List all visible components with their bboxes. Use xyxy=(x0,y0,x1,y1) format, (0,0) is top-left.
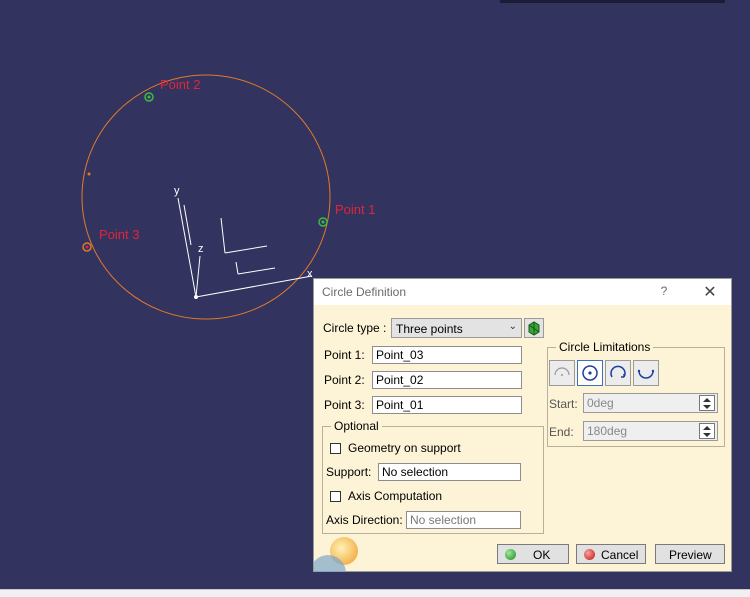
point-2-field[interactable]: Point_02 xyxy=(372,371,522,389)
point-2-dot xyxy=(147,95,151,99)
complementary-circle-icon xyxy=(637,369,655,379)
circle-handle-dot[interactable] xyxy=(87,172,91,176)
axis-y-label: y xyxy=(174,185,180,197)
dialog-titlebar[interactable]: Circle Definition ? ✕ xyxy=(314,279,731,305)
ok-button[interactable]: OK xyxy=(497,544,569,564)
axis-computation-checkbox[interactable] xyxy=(330,491,341,502)
end-spin-arrows-icon[interactable] xyxy=(699,423,715,439)
ok-green-dot-icon xyxy=(505,549,516,560)
axis-origin xyxy=(194,295,198,299)
help-button[interactable]: ? xyxy=(658,284,670,298)
circle-limitations-title: Circle Limitations xyxy=(556,340,654,354)
support-field[interactable]: No selection xyxy=(378,463,521,481)
whole-circle-icon xyxy=(582,365,598,381)
circle-type-value: Three points xyxy=(396,322,463,336)
point-1-field[interactable]: Point_03 xyxy=(372,346,522,364)
end-spinner[interactable]: 180deg xyxy=(583,421,718,441)
point-2-field-label: Point 2: xyxy=(324,373,365,387)
circle-geometry[interactable] xyxy=(81,74,331,320)
geometry-on-support-label: Geometry on support xyxy=(348,441,461,455)
circle-definition-dialog: Circle Definition ? ✕ Circle type : Thre… xyxy=(313,278,732,572)
preview-button[interactable]: Preview xyxy=(655,544,725,564)
axis-x-label: x xyxy=(307,268,313,280)
axis-direction-field[interactable]: No selection xyxy=(406,511,521,529)
window-shadow xyxy=(500,0,725,3)
close-button[interactable]: ✕ xyxy=(702,282,718,302)
part-arc-button[interactable] xyxy=(549,360,575,386)
cancel-button[interactable]: Cancel xyxy=(576,544,646,564)
optional-group: Optional Geometry on support Support: No… xyxy=(322,419,544,534)
part-arc-icon xyxy=(554,367,570,376)
chevron-down-icon: ⌄ xyxy=(508,321,517,332)
trimmed-circle-icon xyxy=(610,365,626,378)
cancel-red-dot-icon xyxy=(584,549,595,560)
point-3-field[interactable]: Point_01 xyxy=(372,396,522,414)
point-3-field-label: Point 3: xyxy=(324,398,365,412)
point-1-label: Point 1 xyxy=(335,202,376,217)
axis-z-label: z xyxy=(198,243,204,255)
app-logo-icon xyxy=(314,529,362,572)
start-spinner[interactable]: 0deg xyxy=(583,393,718,413)
start-spin-arrows-icon[interactable] xyxy=(699,395,715,411)
whole-circle-button[interactable] xyxy=(577,360,603,386)
point-3-label: Point 3 xyxy=(99,227,140,242)
geometry-on-support-checkbox[interactable] xyxy=(330,443,341,454)
optional-group-title: Optional xyxy=(331,419,382,433)
preview-label: Preview xyxy=(669,548,712,562)
end-value: 180deg xyxy=(587,424,628,438)
point-3-dot xyxy=(85,245,89,249)
axis-direction-label: Axis Direction: xyxy=(326,513,403,527)
ok-label: OK xyxy=(533,548,551,562)
point-2-label: Point 2 xyxy=(160,77,201,92)
end-label: End: xyxy=(549,425,574,439)
point-1-dot xyxy=(321,220,325,224)
lock-icon xyxy=(528,321,540,336)
trimmed-circle-button[interactable] xyxy=(605,360,631,386)
circle-type-lock-button[interactable] xyxy=(524,318,544,338)
start-label: Start: xyxy=(549,397,578,411)
start-value: 0deg xyxy=(587,396,614,410)
point-1-field-label: Point 1: xyxy=(324,348,365,362)
complementary-circle-button[interactable] xyxy=(633,360,659,386)
circle-type-dropdown[interactable]: Three points ⌄ xyxy=(391,318,522,338)
circle-type-label: Circle type : xyxy=(323,321,387,335)
axis-computation-label: Axis Computation xyxy=(348,489,443,503)
dialog-title: Circle Definition xyxy=(322,285,407,299)
support-label: Support: xyxy=(326,465,372,479)
cancel-label: Cancel xyxy=(601,548,639,562)
